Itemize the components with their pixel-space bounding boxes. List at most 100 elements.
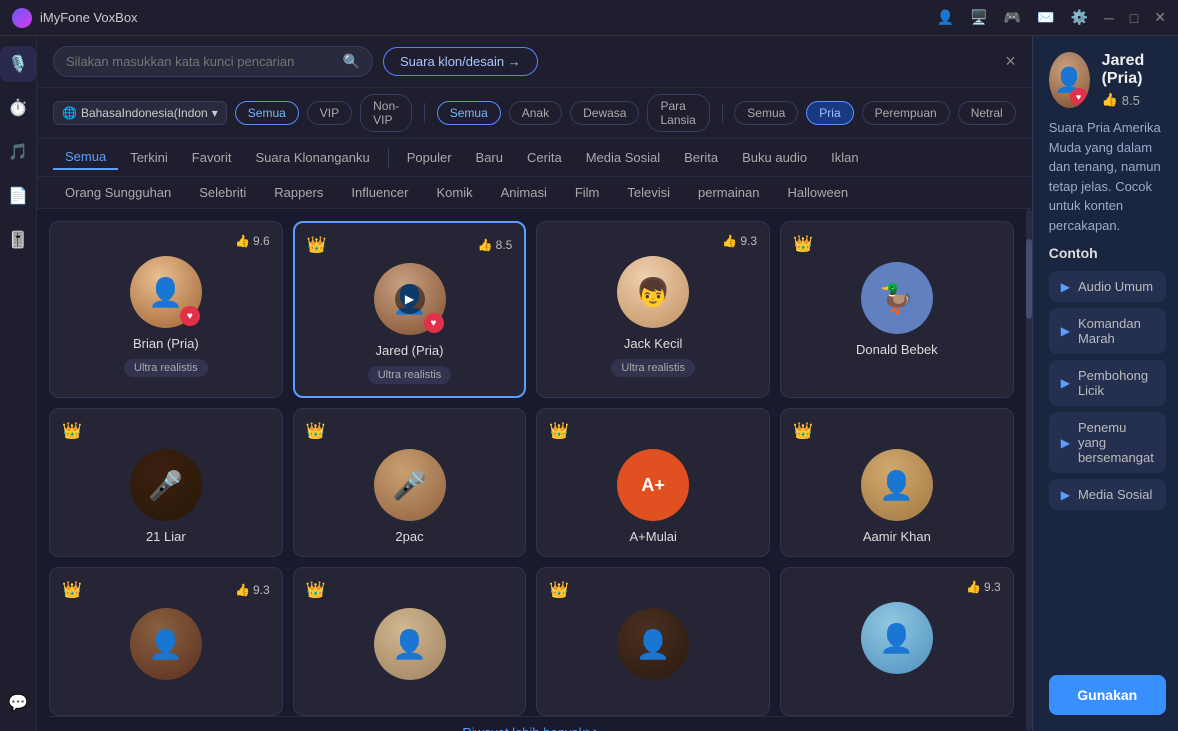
sample-komandan-marah[interactable]: ▶ Komandan Marah [1049,308,1166,354]
title-bar-left: iMyFone VoxBox [12,8,138,28]
subcat-animasi[interactable]: Animasi [489,181,559,204]
globe-icon: 🌐 [62,106,77,120]
filter-chip-semua3[interactable]: Semua [734,101,798,125]
card-top-2pac: 👑 [306,421,514,441]
right-panel-rating: 👍 8.5 [1102,92,1166,108]
sidebar-item-voice[interactable]: 🎙️ [0,46,36,82]
avatar-jack: 👦 [617,256,689,328]
subcat-televisi[interactable]: Televisi [615,181,682,204]
panel-close-button[interactable]: × [1005,51,1016,72]
close-icon[interactable]: ✕ [1154,9,1166,26]
sidebar-item-mixer[interactable]: 🎚️ [0,222,36,258]
name-donald: Donald Bebek [856,342,938,357]
monitor-icon[interactable]: 🖥️ [970,9,987,26]
name-jared: Jared (Pria) [376,343,444,358]
voice-clone-button[interactable]: Suara klon/desain → [383,47,538,76]
left-sidebar: 🎙️ ⏱️ 🎵 📄 🎚️ 💬 [0,36,37,731]
thumb-icon-r1: 👍 [235,583,250,597]
right-panel-avatar: 👤 ♥ [1049,52,1090,108]
filter-divider-1 [424,103,425,123]
category-nav: Semua Terkini Favorit Suara Klonanganku … [37,139,1032,177]
card-r1[interactable]: 👑 👍 9.3 👤 [49,567,283,716]
history-row[interactable]: Riwayat lebih banyak>> [49,716,1014,731]
avatar-r4: 👤 [861,602,933,674]
sample-label-audio-umum: Audio Umum [1078,279,1153,294]
sample-media-sosial[interactable]: ▶ Media Sosial [1049,479,1166,510]
sidebar-item-music[interactable]: 🎵 [0,134,36,170]
subcat-rappers[interactable]: Rappers [262,181,335,204]
person-icon[interactable]: 👤 [937,9,954,26]
name-21liar: 21 Liar [146,529,186,544]
sample-penemu-bersemangat[interactable]: ▶ Penemu yang bersemangat [1049,412,1166,473]
filter-chip-semua2[interactable]: Semua [437,101,501,125]
scroll-indicator[interactable] [1026,209,1032,731]
card-top-donald: 👑 [793,234,1001,254]
sidebar-item-chat[interactable]: 💬 [0,685,36,721]
avatar-wrap-amulai: A+ [617,449,689,521]
filter-chip-pria[interactable]: Pria [806,101,853,125]
gear-icon[interactable]: ⚙️ [1070,9,1087,26]
card-jared[interactable]: 👑 👍 8.5 👤 ▶ ♥ Jared (Pria) Ult [293,221,527,398]
subcat-influencer[interactable]: Influencer [339,181,420,204]
cat-media-sosial[interactable]: Media Sosial [574,146,672,169]
play-overlay-jared[interactable]: ▶ [395,284,425,314]
card-r3[interactable]: 👑 👤 [536,567,770,716]
subcat-orang-sungguhan[interactable]: Orang Sungguhan [53,181,183,204]
card-r2[interactable]: 👑 👤 [293,567,527,716]
thumb-icon-jared: 👍 [478,238,493,252]
filter-chip-netral[interactable]: Netral [958,101,1016,125]
sidebar-item-document[interactable]: 📄 [0,178,36,214]
right-panel-heart: ♥ [1070,88,1088,106]
cat-cerita[interactable]: Cerita [515,146,574,169]
filter-chip-semua1[interactable]: Semua [235,101,299,125]
subcat-film[interactable]: Film [563,181,612,204]
language-selector[interactable]: 🌐 BahasaIndonesia(Indon ▾ [53,101,227,125]
filter-chip-dewasa[interactable]: Dewasa [570,101,639,125]
subcat-halloween[interactable]: Halloween [775,181,860,204]
subcat-permainan[interactable]: permainan [686,181,771,204]
mail-icon[interactable]: ✉️ [1037,9,1054,26]
content-area: 🔍 Suara klon/desain → × 🌐 BahasaIndonesi… [37,36,1032,731]
sample-audio-umum[interactable]: ▶ Audio Umum [1049,271,1166,302]
card-aamir[interactable]: 👑 👤 Aamir Khan [780,408,1014,557]
card-r4[interactable]: 👍 9.3 👤 [780,567,1014,716]
cat-favorit[interactable]: Favorit [180,146,244,169]
sample-pembohong-licik[interactable]: ▶ Pembohong Licik [1049,360,1166,406]
card-21liar[interactable]: 👑 🎤 21 Liar [49,408,283,557]
filter-chip-perempuan[interactable]: Perempuan [862,101,950,125]
cat-baru[interactable]: Baru [464,146,515,169]
cat-terkini[interactable]: Terkini [118,146,180,169]
gunakan-button[interactable]: Gunakan [1049,675,1166,715]
cat-suara-klonanganku[interactable]: Suara Klonanganku [244,146,382,169]
card-donald[interactable]: 👑 🦆 Donald Bebek [780,221,1014,398]
cat-buku-audio[interactable]: Buku audio [730,146,819,169]
rating-brian: 👍 9.6 [235,234,270,248]
filter-chip-nonvip[interactable]: Non-VIP [360,94,412,132]
gamepad-icon[interactable]: 🎮 [1004,9,1021,26]
filter-chip-vip[interactable]: VIP [307,101,352,125]
subcat-komik[interactable]: Komik [424,181,484,204]
minimize-icon[interactable]: ─ [1104,10,1114,26]
main-layout: 🎙️ ⏱️ 🎵 📄 🎚️ 💬 🔍 Suara klon/desain → × 🌐… [0,36,1178,731]
sample-label-media-sosial: Media Sosial [1078,487,1152,502]
card-amulai[interactable]: 👑 A+ A+Mulai [536,408,770,557]
filter-chip-paralansia[interactable]: Para Lansia [647,94,709,132]
avatar-r3: 👤 [617,608,689,680]
filter-chip-anak[interactable]: Anak [509,101,562,125]
cat-populer[interactable]: Populer [395,146,464,169]
search-button[interactable]: 🔍 [343,53,360,70]
cat-berita[interactable]: Berita [672,146,730,169]
maximize-icon[interactable]: □ [1130,10,1138,26]
rating-r4: 👍 9.3 [966,580,1001,594]
cat-semua[interactable]: Semua [53,145,118,170]
card-2pac[interactable]: 👑 🎤 2pac [293,408,527,557]
subcat-selebriti[interactable]: Selebriti [187,181,258,204]
cat-iklan[interactable]: Iklan [819,146,870,169]
name-aamir: Aamir Khan [863,529,931,544]
sidebar-item-timer[interactable]: ⏱️ [0,90,36,126]
avatar-wrap-r3: 👤 [617,608,689,680]
card-brian[interactable]: 👍 9.6 👤 ♥ Brian (Pria) Ultra realistis [49,221,283,398]
card-jack[interactable]: 👍 9.3 👦 Jack Kecil Ultra realistis [536,221,770,398]
avatar-wrap-r4: 👤 [861,602,933,674]
search-input[interactable] [66,54,343,69]
